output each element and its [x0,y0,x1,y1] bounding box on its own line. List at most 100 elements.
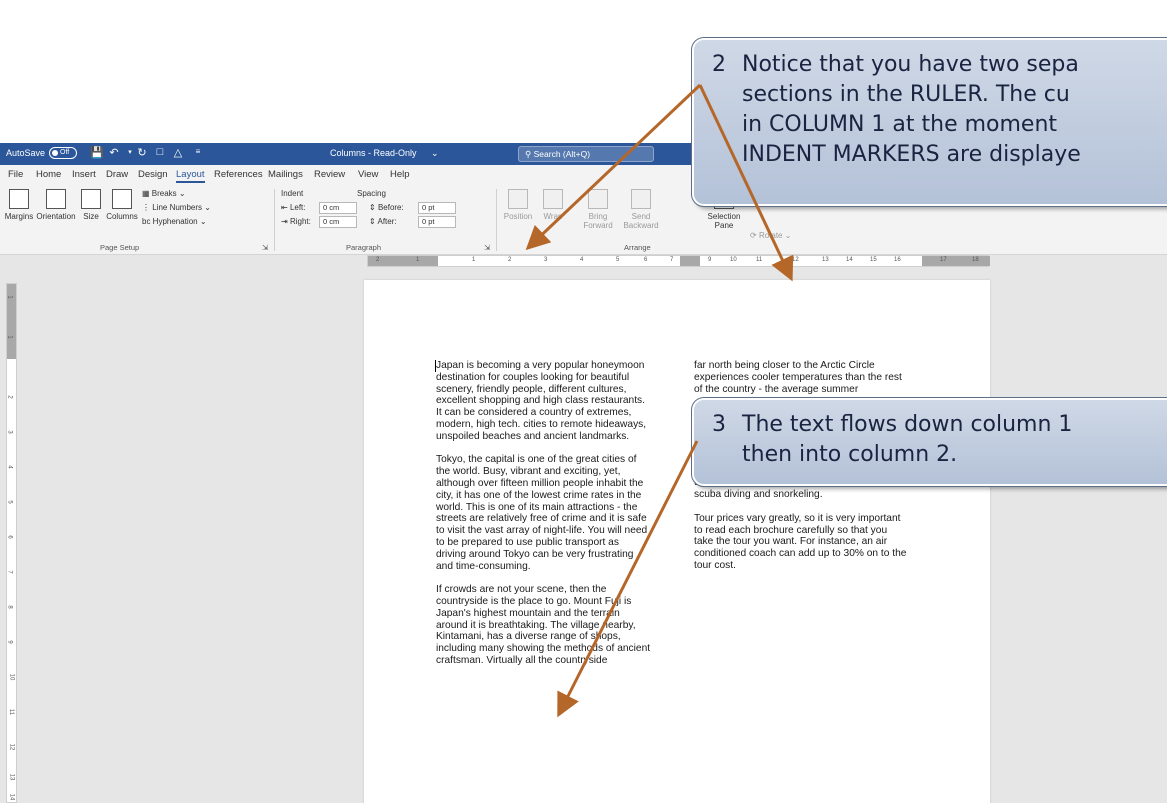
hyphenation-label: Hyphenation [152,217,198,226]
tutorial-screenshot: AutoSave Off 💾 ↶ ▾ ↻ □ △ ≡ Columns - Rea… [0,0,1167,803]
send-backward-button[interactable]: Send Backward [620,189,662,230]
indent-left-field[interactable]: 0 cm [319,202,357,214]
autosave-state: Off [60,149,70,156]
spacing-before-label: ⇕ Before: [369,203,404,212]
bring-forward-button[interactable]: Bring Forward [578,189,618,230]
spacing-after-label: ⇕ After: [369,217,397,226]
ruler-number: 10 [730,257,737,263]
callout-number: 2 [712,52,726,77]
ruler-number: 13 [822,257,829,263]
open-folder-icon[interactable]: △ [168,146,184,159]
tab-insert[interactable]: Insert [72,169,96,180]
save-icon[interactable]: 💾 [86,146,104,159]
orientation-button[interactable]: Orientation [36,189,76,221]
margins-icon [9,189,29,209]
paragraph[interactable]: Japan is becoming a very popular honeymo… [436,360,651,443]
tab-design[interactable]: Design [138,169,168,180]
callout-line: INDENT MARKERS are displaye [742,142,1081,167]
ruler-number: 15 [870,257,877,263]
callout-line: in COLUMN 1 at the moment [742,112,1058,137]
indent-right-label: ⇥ Right: [281,217,311,226]
ruler-number: 12 [8,743,15,751]
forward-label: Forward [583,221,613,230]
column-1[interactable]: Japan is becoming a very popular honeymo… [436,360,651,679]
search-icon: ⚲ [525,149,532,159]
paragraph[interactable]: If crowds are not your scene, then the c… [436,584,651,667]
ruler-number: 1 [6,295,13,299]
orientation-icon [46,189,66,209]
arrange-group-label: Arrange [624,243,651,252]
size-button[interactable]: Size [76,189,106,221]
rotate-button[interactable]: ⟳ Rotate ⌄ [750,231,791,240]
document-title[interactable]: Columns - Read-Only [330,148,417,158]
ruler-number: 4 [580,257,584,263]
callout-line: sections in the RULER. The cu [742,82,1070,107]
redo-icon[interactable]: ↻ [132,146,148,159]
page-setup-launcher-icon[interactable]: ⇲ [262,243,268,252]
tab-review[interactable]: Review [314,169,345,180]
ruler-number: 2 [6,395,13,399]
search-box[interactable]: ⚲ Search (Alt+Q) [518,146,654,162]
ruler-number: 8 [6,605,13,609]
hyphenation-button[interactable]: b​c Hyphenation ⌄ [142,217,207,226]
line-numbers-label: Line Numbers [152,203,203,212]
tab-home[interactable]: Home [36,169,61,180]
ruler-number: 1 [6,335,13,339]
tab-mailings[interactable]: Mailings [268,169,303,180]
ruler-number: 16 [894,257,901,263]
callout-3: 3 The text flows down column 1 then into… [691,397,1167,487]
position-icon [508,189,528,209]
margins-button[interactable]: Margins [2,189,36,221]
autosave-toggle[interactable]: Off [46,147,77,159]
paragraph[interactable]: Tour prices vary greatly, so it is very … [694,513,909,572]
indent-left-label: ⇤ Left: [281,203,306,212]
spacing-label: Spacing [357,189,386,198]
position-button[interactable]: Position [500,189,536,221]
bring-forward-icon [588,189,608,209]
tab-file[interactable]: File [8,169,23,180]
callout-line: Notice that you have two sepa [742,52,1079,77]
tab-references[interactable]: References [214,169,263,180]
breaks-button[interactable]: ▦ Breaks ⌄ [142,189,186,198]
spacing-after-field[interactable]: 0 pt [418,216,456,228]
indent-right-field[interactable]: 0 cm [319,216,357,228]
vertical-ruler[interactable]: 1 1 2 3 4 5 6 7 8 9 10 11 12 13 14 [6,283,17,803]
columns-button[interactable]: Columns [106,189,138,221]
horizontal-ruler[interactable]: 2 1 1 2 3 4 5 6 7 9 10 11 12 13 14 15 16… [367,255,990,267]
tab-help[interactable]: Help [390,169,410,180]
new-document-icon[interactable]: □ [150,146,166,158]
customize-qat-icon[interactable]: ≡ [188,146,204,156]
ruler-number: 18 [972,257,979,263]
document-page[interactable]: Japan is becoming a very popular honeymo… [364,280,990,803]
autosave-label: AutoSave [6,148,46,158]
paragraph-launcher-icon[interactable]: ⇲ [484,243,490,252]
spacing-before-field[interactable]: 0 pt [418,202,456,214]
columns-icon [112,189,132,209]
paragraph-group-label: Paragraph [346,243,382,252]
ruler-number: 1 [472,257,476,263]
breaks-icon: ▦ [142,189,152,198]
paragraph[interactable]: Tokyo, the capital is one of the great c… [436,454,651,572]
callout-number: 3 [712,412,726,437]
rotate-icon: ⟳ [750,231,759,240]
wrap-text-button[interactable]: Wrap [538,189,568,221]
ruler-number: 7 [670,257,674,263]
undo-icon[interactable]: ↶ [104,146,120,159]
ruler-number: 3 [6,430,13,434]
line-numbers-button[interactable]: ⋮ Line Numbers ⌄ [142,203,211,212]
send-backward-icon [631,189,651,209]
page-setup-group-label: Page Setup [100,243,140,252]
wrap-text-icon [543,189,563,209]
line-numbers-icon: ⋮ [142,203,153,212]
ruler-number: 4 [6,465,13,469]
backward-label: Backward [623,221,659,230]
ruler-number: 5 [616,257,620,263]
paragraph[interactable]: far north being closer to the Arctic Cir… [694,360,909,395]
size-label: Size [83,212,99,221]
title-dropdown-icon[interactable]: ⌄ [431,148,439,159]
tab-layout[interactable]: Layout [176,169,205,183]
ruler-column-gap[interactable] [680,256,700,266]
tab-view[interactable]: View [358,169,378,180]
ruler-number: 14 [8,793,15,801]
tab-draw[interactable]: Draw [106,169,128,180]
